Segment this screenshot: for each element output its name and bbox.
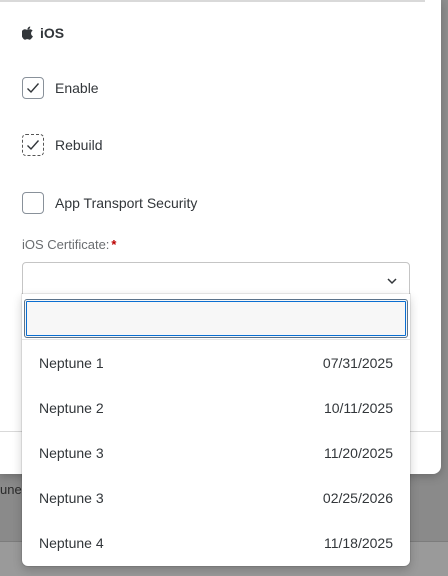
option-date: 07/31/2025	[322, 354, 393, 371]
option-date: 11/20/2025	[323, 444, 393, 461]
ios-certificate-label-text: iOS Certificate:	[22, 237, 110, 252]
checkmark-icon	[27, 83, 40, 94]
certificate-search-input[interactable]	[24, 299, 408, 338]
background-partial-text: une	[0, 482, 22, 497]
ios-section-title: iOS	[22, 24, 64, 42]
option-name: Neptune 4	[39, 534, 104, 551]
apple-icon	[22, 26, 33, 40]
certificate-dropdown-popover: Neptune 1 07/31/2025 Neptune 2 10/11/202…	[22, 294, 410, 566]
app-transport-security-checkbox[interactable]	[22, 192, 44, 214]
ats-checkbox-row[interactable]: App Transport Security	[22, 192, 197, 214]
rebuild-label: Rebuild	[55, 137, 103, 153]
option-name: Neptune 2	[39, 399, 104, 416]
chevron-down-icon[interactable]	[385, 274, 399, 288]
list-item[interactable]: Neptune 4 11/18/2025	[22, 520, 410, 565]
option-name: Neptune 1	[39, 354, 104, 371]
app-transport-security-label: App Transport Security	[55, 195, 198, 211]
ios-section-label: iOS	[40, 25, 65, 41]
list-item[interactable]: Neptune 1 07/31/2025	[22, 340, 410, 385]
rebuild-checkbox-row[interactable]: Rebuild	[22, 134, 102, 156]
enable-checkbox[interactable]	[22, 77, 44, 99]
ios-certificate-select[interactable]	[22, 262, 410, 298]
ios-certificate-label: iOS Certificate: *	[22, 237, 116, 252]
option-date: 10/11/2025	[323, 399, 393, 416]
checkmark-icon	[27, 140, 40, 151]
enable-label: Enable	[55, 80, 99, 96]
option-date: 02/25/2026	[322, 489, 393, 506]
rebuild-checkbox[interactable]	[22, 134, 44, 156]
option-name: Neptune 3	[39, 444, 104, 461]
certificate-option-list: Neptune 1 07/31/2025 Neptune 2 10/11/202…	[22, 339, 410, 565]
option-date: 11/18/2025	[323, 534, 393, 551]
list-item[interactable]: Neptune 3 11/20/2025	[22, 430, 410, 475]
required-marker: *	[111, 237, 117, 252]
dialog-divider-top	[0, 0, 425, 2]
option-name: Neptune 3	[39, 489, 104, 506]
enable-checkbox-row[interactable]: Enable	[22, 77, 99, 99]
list-item[interactable]: Neptune 3 02/25/2026	[22, 475, 410, 520]
list-item[interactable]: Neptune 2 10/11/2025	[22, 385, 410, 430]
